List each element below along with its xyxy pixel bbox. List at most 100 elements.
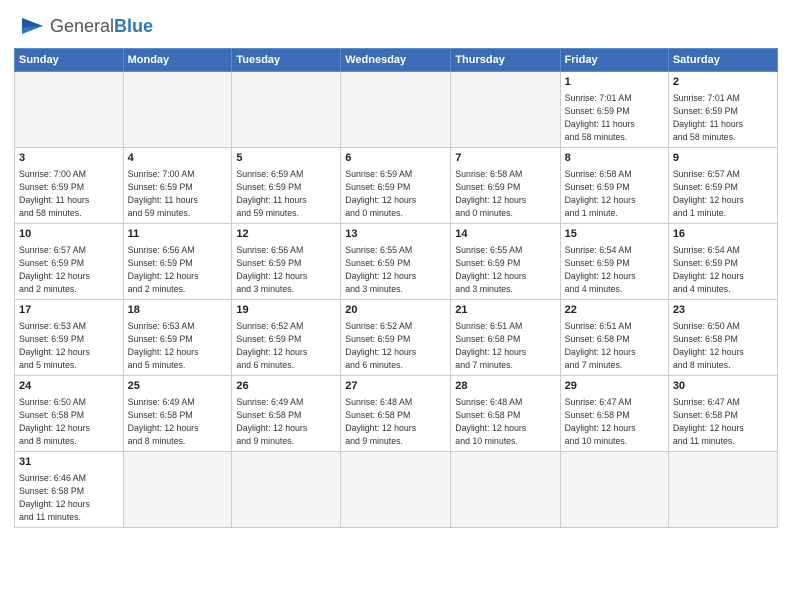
day-number: 15 xyxy=(565,227,664,242)
day-info: Sunrise: 7:00 AMSunset: 6:59 PMDaylight:… xyxy=(19,168,119,219)
day-info: Sunrise: 6:54 AMSunset: 6:59 PMDaylight:… xyxy=(565,244,664,295)
day-number: 23 xyxy=(673,303,773,318)
calendar-cell xyxy=(232,452,341,528)
calendar-cell: 16 Sunrise: 6:54 AMSunset: 6:59 PMDayligh… xyxy=(668,224,777,300)
calendar-cell: 25 Sunrise: 6:49 AMSunset: 6:58 PMDayligh… xyxy=(123,376,232,452)
calendar-cell: 4Sunrise: 7:00 AMSunset: 6:59 PMDaylight… xyxy=(123,148,232,224)
day-info: Sunrise: 6:46 AMSunset: 6:58 PMDaylight:… xyxy=(19,472,119,523)
day-info: Sunrise: 6:50 AMSunset: 6:58 PMDaylight:… xyxy=(673,320,773,371)
day-info: Sunrise: 6:57 AMSunset: 6:59 PMDaylight:… xyxy=(673,168,773,219)
calendar-page: GeneralBlue SundayMondayTuesdayWednesday… xyxy=(0,0,792,612)
day-number: 25 xyxy=(128,379,228,394)
day-number: 12 xyxy=(236,227,336,242)
calendar-cell xyxy=(451,452,560,528)
day-number: 28 xyxy=(455,379,555,394)
calendar-cell: 13Sunrise: 6:55 AMSunset: 6:59 PMDayligh… xyxy=(341,224,451,300)
calendar-cell: 18 Sunrise: 6:53 AMSunset: 6:59 PMDayligh… xyxy=(123,300,232,376)
calendar-cell: 28 Sunrise: 6:48 AMSunset: 6:58 PMDayligh… xyxy=(451,376,560,452)
day-number: 20 xyxy=(345,303,446,318)
day-number: 11 xyxy=(128,227,228,242)
day-number: 10 xyxy=(19,227,119,242)
calendar-cell: 30 Sunrise: 6:47 AMSunset: 6:58 PMDayligh… xyxy=(668,376,777,452)
day-info: Sunrise: 6:47 AMSunset: 6:58 PMDaylight:… xyxy=(673,396,773,447)
day-info: Sunrise: 6:47 AMSunset: 6:58 PMDaylight:… xyxy=(565,396,664,447)
day-info: Sunrise: 6:58 AMSunset: 6:59 PMDaylight:… xyxy=(455,168,555,219)
logo-icon xyxy=(14,10,46,42)
day-info: Sunrise: 6:52 AMSunset: 6:59 PMDaylight:… xyxy=(345,320,446,371)
header: GeneralBlue xyxy=(14,10,778,42)
day-number: 6 xyxy=(345,151,446,166)
calendar-cell: 1 Sunrise: 7:01 AMSunset: 6:59 PMDaylight… xyxy=(560,72,668,148)
day-info: Sunrise: 7:01 AMSunset: 6:59 PMDaylight:… xyxy=(565,92,664,143)
day-info: Sunrise: 6:53 AMSunset: 6:59 PMDaylight:… xyxy=(128,320,228,371)
calendar-week-0: 1 Sunrise: 7:01 AMSunset: 6:59 PMDaylight… xyxy=(15,72,778,148)
day-info: Sunrise: 6:54 AMSunset: 6:59 PMDaylight:… xyxy=(673,244,773,295)
calendar-cell: 8Sunrise: 6:58 AMSunset: 6:59 PMDaylight… xyxy=(560,148,668,224)
day-number: 29 xyxy=(565,379,664,394)
day-info: Sunrise: 6:51 AMSunset: 6:58 PMDaylight:… xyxy=(455,320,555,371)
day-info: Sunrise: 6:57 AMSunset: 6:59 PMDaylight:… xyxy=(19,244,119,295)
calendar-cell: 17Sunrise: 6:53 AMSunset: 6:59 PMDayligh… xyxy=(15,300,124,376)
calendar-cell: 22Sunrise: 6:51 AMSunset: 6:58 PMDayligh… xyxy=(560,300,668,376)
day-number: 5 xyxy=(236,151,336,166)
calendar-cell xyxy=(123,452,232,528)
day-number: 27 xyxy=(345,379,446,394)
calendar-cell xyxy=(232,72,341,148)
calendar-cell: 23 Sunrise: 6:50 AMSunset: 6:58 PMDayligh… xyxy=(668,300,777,376)
day-number: 18 xyxy=(128,303,228,318)
day-number: 1 xyxy=(565,75,664,90)
calendar-header-row: SundayMondayTuesdayWednesdayThursdayFrid… xyxy=(15,49,778,72)
calendar-week-2: 10 Sunrise: 6:57 AMSunset: 6:59 PMDayligh… xyxy=(15,224,778,300)
calendar-cell: 7 Sunrise: 6:58 AMSunset: 6:59 PMDaylight… xyxy=(451,148,560,224)
calendar-cell: 10 Sunrise: 6:57 AMSunset: 6:59 PMDayligh… xyxy=(15,224,124,300)
day-number: 21 xyxy=(455,303,555,318)
calendar-cell xyxy=(15,72,124,148)
day-number: 3 xyxy=(19,151,119,166)
logo: GeneralBlue xyxy=(14,10,153,42)
day-number: 30 xyxy=(673,379,773,394)
calendar-header-monday: Monday xyxy=(123,49,232,72)
calendar-cell xyxy=(451,72,560,148)
calendar-cell xyxy=(560,452,668,528)
calendar-cell: 31Sunrise: 6:46 AMSunset: 6:58 PMDayligh… xyxy=(15,452,124,528)
day-info: Sunrise: 6:50 AMSunset: 6:58 PMDaylight:… xyxy=(19,396,119,447)
calendar-cell: 27 Sunrise: 6:48 AMSunset: 6:58 PMDayligh… xyxy=(341,376,451,452)
calendar-header-tuesday: Tuesday xyxy=(232,49,341,72)
calendar-cell: 9 Sunrise: 6:57 AMSunset: 6:59 PMDaylight… xyxy=(668,148,777,224)
calendar-week-5: 31Sunrise: 6:46 AMSunset: 6:58 PMDayligh… xyxy=(15,452,778,528)
day-info: Sunrise: 7:01 AMSunset: 6:59 PMDaylight:… xyxy=(673,92,773,143)
day-number: 9 xyxy=(673,151,773,166)
day-info: Sunrise: 6:48 AMSunset: 6:58 PMDaylight:… xyxy=(345,396,446,447)
calendar-header-saturday: Saturday xyxy=(668,49,777,72)
logo-text: GeneralBlue xyxy=(50,16,153,37)
calendar-week-3: 17Sunrise: 6:53 AMSunset: 6:59 PMDayligh… xyxy=(15,300,778,376)
calendar-cell: 2Sunrise: 7:01 AMSunset: 6:59 PMDaylight… xyxy=(668,72,777,148)
day-info: Sunrise: 6:53 AMSunset: 6:59 PMDaylight:… xyxy=(19,320,119,371)
calendar-cell: 26Sunrise: 6:49 AMSunset: 6:58 PMDayligh… xyxy=(232,376,341,452)
day-info: Sunrise: 6:49 AMSunset: 6:58 PMDaylight:… xyxy=(128,396,228,447)
day-info: Sunrise: 6:59 AMSunset: 6:59 PMDaylight:… xyxy=(345,168,446,219)
day-info: Sunrise: 6:48 AMSunset: 6:58 PMDaylight:… xyxy=(455,396,555,447)
day-number: 7 xyxy=(455,151,555,166)
calendar-cell xyxy=(341,72,451,148)
day-info: Sunrise: 6:55 AMSunset: 6:59 PMDaylight:… xyxy=(345,244,446,295)
day-info: Sunrise: 6:56 AMSunset: 6:59 PMDaylight:… xyxy=(128,244,228,295)
calendar-cell xyxy=(341,452,451,528)
calendar-cell: 19 Sunrise: 6:52 AMSunset: 6:59 PMDayligh… xyxy=(232,300,341,376)
day-number: 16 xyxy=(673,227,773,242)
calendar-cell: 6 Sunrise: 6:59 AMSunset: 6:59 PMDaylight… xyxy=(341,148,451,224)
calendar-cell: 24 Sunrise: 6:50 AMSunset: 6:58 PMDayligh… xyxy=(15,376,124,452)
calendar-header-thursday: Thursday xyxy=(451,49,560,72)
day-number: 26 xyxy=(236,379,336,394)
calendar-cell: 12Sunrise: 6:56 AMSunset: 6:59 PMDayligh… xyxy=(232,224,341,300)
calendar-week-1: 3 Sunrise: 7:00 AMSunset: 6:59 PMDaylight… xyxy=(15,148,778,224)
calendar-cell xyxy=(668,452,777,528)
calendar-cell: 21 Sunrise: 6:51 AMSunset: 6:58 PMDayligh… xyxy=(451,300,560,376)
calendar-header-wednesday: Wednesday xyxy=(341,49,451,72)
day-number: 19 xyxy=(236,303,336,318)
day-number: 8 xyxy=(565,151,664,166)
day-info: Sunrise: 7:00 AMSunset: 6:59 PMDaylight:… xyxy=(128,168,228,219)
calendar-cell: 5Sunrise: 6:59 AMSunset: 6:59 PMDaylight… xyxy=(232,148,341,224)
day-number: 24 xyxy=(19,379,119,394)
day-info: Sunrise: 6:52 AMSunset: 6:59 PMDaylight:… xyxy=(236,320,336,371)
